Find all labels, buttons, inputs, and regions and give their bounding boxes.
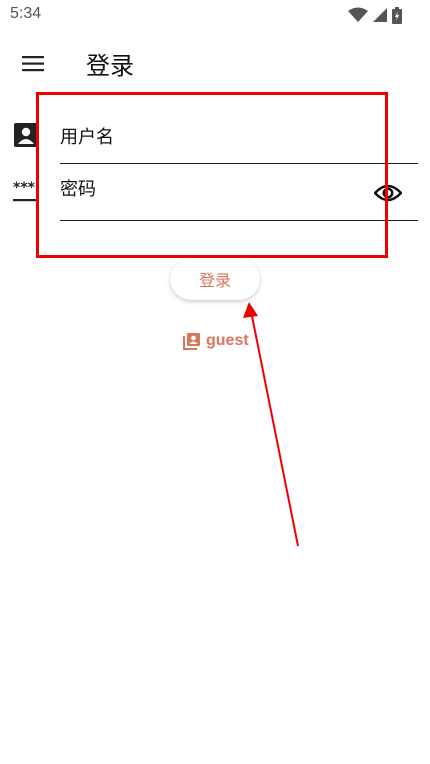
account-box-icon <box>14 123 38 147</box>
login-button[interactable]: 登录 <box>170 258 260 300</box>
username-input[interactable] <box>60 122 360 152</box>
status-time: 5:34 <box>10 5 42 22</box>
wifi-icon <box>348 7 368 22</box>
status-icons <box>348 6 402 24</box>
menu-icon[interactable] <box>18 50 50 78</box>
password-icon: *** <box>13 180 39 202</box>
battery-icon <box>392 6 402 24</box>
svg-text:***: *** <box>13 180 36 196</box>
password-input[interactable] <box>60 174 360 204</box>
guest-button[interactable]: guest <box>183 330 249 352</box>
page-title: 登录 <box>86 52 134 80</box>
eye-icon[interactable] <box>374 183 402 203</box>
login-screen: 5:34 登录 用户名 *** 登录 guest <box>0 0 430 764</box>
account-box-outline-icon <box>183 333 200 350</box>
username-underline <box>60 163 418 164</box>
password-underline <box>60 220 418 221</box>
app-bar: 登录 <box>0 34 430 90</box>
guest-label: guest <box>206 332 249 349</box>
username-field[interactable] <box>60 114 418 164</box>
signal-icon <box>373 8 387 22</box>
password-field[interactable] <box>60 171 418 221</box>
status-bar: 5:34 <box>0 0 430 30</box>
